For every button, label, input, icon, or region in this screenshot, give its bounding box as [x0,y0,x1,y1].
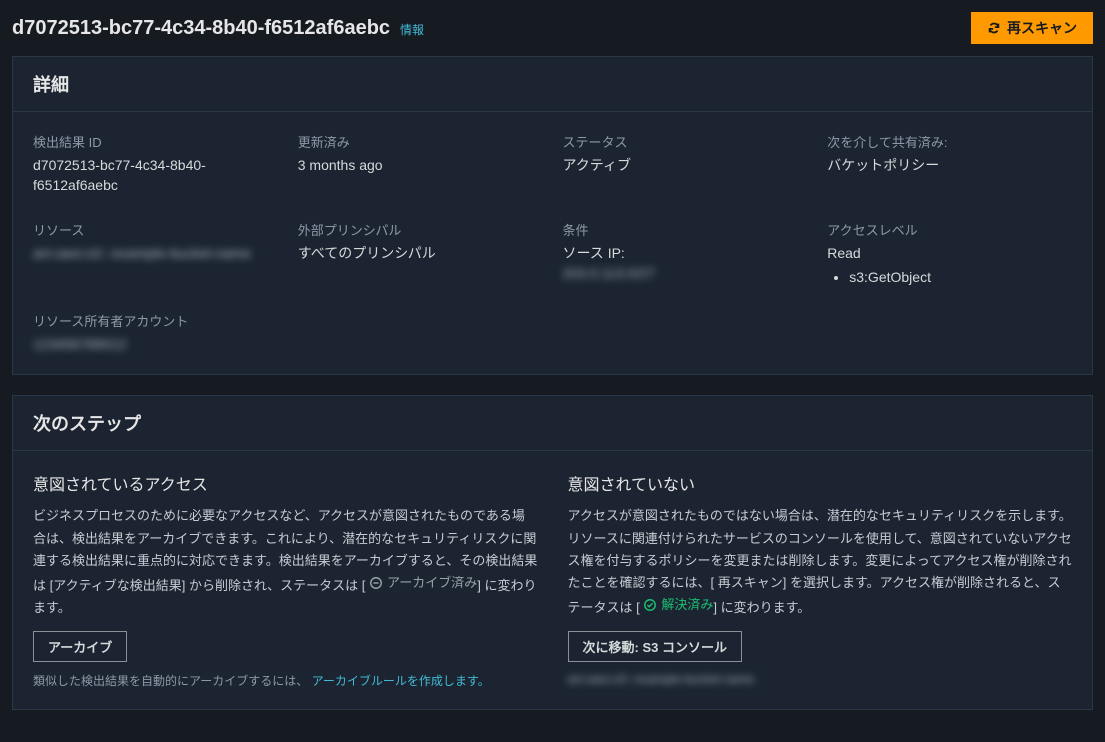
intended-access-section: 意図されているアクセス ビジネスプロセスのために必要なアクセスなど、アクセスが意… [33,471,538,689]
archive-circle-icon [369,576,383,590]
resolved-pill-label: 解決済み [661,594,713,616]
field-label: リソース [33,220,278,239]
field-value-redacted: arn:aws:s3:::example-bucket-name [33,243,251,263]
check-circle-icon [643,598,657,612]
rescan-label: 再スキャン [1007,18,1077,38]
field-value: バケットポリシー [827,155,1072,175]
field-label: 更新済み [298,132,543,151]
create-archive-rule-link[interactable]: アーカイブルールを作成します。 [312,674,490,688]
goto-s3-console-button[interactable]: 次に移動: S3 コンソール [568,631,742,662]
access-level-value: Read [827,245,860,261]
details-panel: 詳細 検出結果 ID d7072513-bc77-4c34-8b40-f6512… [12,56,1093,375]
not-intended-title: 意図されていない [568,471,1073,495]
info-link[interactable]: 情報 [400,21,424,38]
next-steps-panel-title: 次のステップ [13,396,1092,451]
field-value: アクティブ [563,155,808,175]
field-label: アクセスレベル [827,220,1072,239]
field-label: 外部プリンシパル [298,220,543,239]
condition-source-ip-label: ソース IP: [563,243,808,263]
not-intended-section: 意図されていない アクセスが意図されたものではない場合は、潜在的なセキュリティリ… [568,471,1073,689]
page-title: d7072513-bc77-4c34-8b40-f6512af6aebc [12,17,390,40]
intended-title: 意図されているアクセス [33,471,538,495]
field-value-redacted: 123456789012 [33,334,126,354]
archive-button[interactable]: アーカイブ [33,631,127,662]
refresh-icon [987,21,1001,35]
field-label: 次を介して共有済み: [827,132,1072,151]
field-resource-owner: リソース所有者アカウント 123456789012 [33,311,278,354]
field-external-principal: 外部プリンシパル すべてのプリンシパル [298,220,543,288]
field-value: 3 months ago [298,155,543,175]
condition-source-ip-value: 203.0.113.0/27 [563,263,655,283]
field-status: ステータス アクティブ [563,132,808,196]
field-access-level: アクセスレベル Read s3:GetObject [827,220,1072,288]
details-panel-title: 詳細 [13,57,1092,112]
not-intended-text-after: ] に変わります。 [713,600,810,615]
archive-note-prefix: 類似した検出結果を自動的にアーカイブするには、 [33,674,308,688]
field-condition: 条件 ソース IP: 203.0.113.0/27 [563,220,808,288]
rescan-button[interactable]: 再スキャン [971,12,1093,44]
field-resource: リソース arn:aws:s3:::example-bucket-name [33,220,278,288]
field-value: d7072513-bc77-4c34-8b40-f6512af6aebc [33,155,278,196]
resolved-status-pill: 解決済み [643,594,713,616]
field-finding-id: 検出結果 ID d7072513-bc77-4c34-8b40-f6512af6… [33,132,278,196]
resource-arn-redacted: arn:aws:s3:::example-bucket-name [568,672,755,686]
field-label: リソース所有者アカウント [33,311,278,330]
field-updated: 更新済み 3 months ago [298,132,543,196]
field-shared-through: 次を介して共有済み: バケットポリシー [827,132,1072,196]
field-label: ステータス [563,132,808,151]
field-label: 検出結果 ID [33,132,278,151]
access-action: s3:GetObject [849,267,1072,287]
next-steps-panel: 次のステップ 意図されているアクセス ビジネスプロセスのために必要なアクセスなど… [12,395,1093,710]
archived-pill-label: アーカイブ済み [387,572,477,594]
field-value: すべてのプリンシパル [298,243,543,263]
archived-status-pill: アーカイブ済み [369,572,477,594]
field-label: 条件 [563,220,808,239]
